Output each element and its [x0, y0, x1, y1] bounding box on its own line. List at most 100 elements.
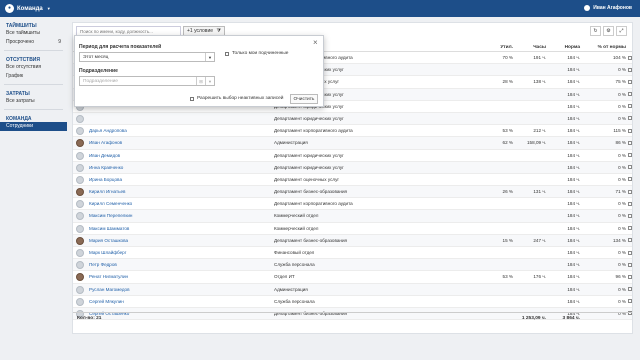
employee-name[interactable]: Иван Демидов	[89, 150, 120, 162]
header-norm[interactable]: Норма	[565, 43, 580, 52]
avatar	[76, 236, 84, 245]
employee-name[interactable]: Максим Перепелкин	[89, 210, 132, 222]
table-row[interactable]: Руслан Магомедов Администрация 184 ч. 0 %	[73, 283, 632, 296]
percent-of-norm: 0 %	[618, 201, 626, 207]
only-subordinates-checkbox[interactable]	[225, 52, 229, 56]
sidebar-item-employees[interactable]: Сотрудники	[0, 122, 67, 131]
sidebar-item-all-absences[interactable]: Все отсутствия	[0, 63, 67, 72]
employee-name[interactable]: Дарья Андропова	[89, 125, 127, 137]
period-select[interactable]: Этот месяц ▼	[79, 52, 215, 62]
row-checkbox[interactable]	[628, 67, 632, 72]
top-bar: ● Команда ▼ Иван Агафонов	[0, 0, 640, 17]
avatar	[76, 127, 84, 136]
employee-name[interactable]: Марк Шлайфберг	[89, 247, 126, 259]
employee-name[interactable]: Кирилл Игнатьев	[89, 186, 125, 198]
hours: 176 ч.	[533, 274, 546, 280]
chevron-down-icon: ▼	[205, 53, 214, 61]
table-row[interactable]: Департамент юридических услуг 184 ч. 0 %	[73, 112, 632, 126]
user-menu[interactable]: Иван Агафонов	[584, 5, 632, 11]
norm: 184 ч.	[567, 250, 580, 255]
percent-of-norm: 0 %	[618, 103, 626, 109]
percent-of-norm: 0 %	[618, 91, 626, 97]
row-checkbox[interactable]	[628, 79, 632, 84]
header-percent-of-norm[interactable]: % от нормы	[598, 43, 626, 52]
row-checkbox[interactable]	[628, 116, 632, 121]
employee-name[interactable]: Максим Шамматов	[89, 223, 129, 235]
sidebar-item-all-timesheets[interactable]: Все таймшиты	[0, 29, 67, 38]
employee-name[interactable]: Ренат Нигматулин	[89, 271, 128, 283]
row-checkbox[interactable]	[628, 201, 632, 206]
norm: 184 ч.	[567, 91, 580, 97]
table-row[interactable]: Дарья Андропова Департамент корпоративног…	[73, 125, 632, 138]
row-checkbox[interactable]	[628, 140, 632, 145]
row-checkbox[interactable]	[628, 92, 632, 97]
percent-of-norm: 0 %	[618, 67, 626, 73]
avatar	[76, 273, 84, 282]
norm: 184 ч.	[567, 79, 580, 85]
clear-button[interactable]: Очистить	[290, 94, 318, 104]
utilization: 26 %	[502, 189, 513, 195]
row-checkbox[interactable]	[628, 299, 632, 304]
table-row[interactable]: Инна Кравченко Департамент юридических ус…	[73, 161, 632, 174]
percent-of-norm: 0 %	[618, 298, 626, 304]
avatar	[76, 261, 84, 270]
percent-of-norm: 75 %	[615, 79, 626, 85]
header-util[interactable]: Утил.	[500, 43, 513, 52]
row-checkbox[interactable]	[628, 274, 632, 279]
table-row[interactable]: Петр Федров Служба персонала 184 ч. 0 %	[73, 259, 632, 272]
row-checkbox[interactable]	[628, 153, 632, 157]
table-row[interactable]: Максим Перепелкин Коммерческий отдел 184 ч…	[73, 210, 632, 223]
employee-name[interactable]: Иван Агафонов	[89, 137, 122, 149]
sidebar-item-overdue[interactable]: Просрочено 9	[0, 38, 67, 47]
department: Коммерческий отдел	[274, 213, 319, 219]
settings-button[interactable]: ⚙	[603, 26, 614, 36]
row-checkbox[interactable]	[628, 104, 632, 109]
employee-name[interactable]: Кирилл Семенченко	[89, 198, 132, 210]
table-row[interactable]: Кирилл Игнатьев Департамент бизнес-образо…	[73, 186, 632, 199]
close-icon[interactable]: ×	[313, 38, 318, 47]
sidebar-item-all-expenses[interactable]: Все затраты	[0, 97, 67, 106]
period-label: Период для расчета показателей	[79, 44, 162, 50]
row-checkbox[interactable]	[628, 128, 632, 133]
refresh-button[interactable]: ↻	[590, 26, 601, 36]
row-checkbox[interactable]	[628, 177, 632, 182]
allow-inactive-checkbox[interactable]	[190, 97, 194, 101]
expand-button[interactable]: ⤢	[616, 26, 627, 36]
table-row[interactable]: Ирина Борцова Департамент оценочных услуг…	[73, 174, 632, 187]
row-checkbox[interactable]	[628, 213, 632, 218]
row-checkbox[interactable]	[628, 189, 632, 194]
sidebar-item-schedule[interactable]: График	[0, 72, 67, 81]
employee-name[interactable]: Мария Осташкова	[89, 235, 128, 247]
table-row[interactable]: Ренат Нигматулин Отдел ИТ 53 % 176 ч. 184 ч.…	[73, 271, 632, 284]
table-row[interactable]: Иван Демидов Департамент юридических услу…	[73, 150, 632, 162]
table-row[interactable]: Марк Шлайфберг Финансовый отдел 184 ч. 0 %	[73, 247, 632, 260]
table-row[interactable]: Кирилл Семенченко Департамент корпоративн…	[73, 198, 632, 211]
avatar	[76, 139, 84, 148]
employee-name[interactable]: Ирина Борцова	[89, 174, 122, 186]
table-row[interactable]: Мария Осташкова Департамент бизнес-образо…	[73, 234, 632, 247]
row-checkbox[interactable]	[628, 165, 632, 170]
employee-name[interactable]: Сергей Мякулин	[89, 296, 124, 308]
employee-name[interactable]: Инна Кравченко	[89, 162, 123, 174]
row-checkbox[interactable]	[628, 226, 632, 231]
department: Отдел ИТ	[274, 274, 295, 280]
employee-name[interactable]: Петр Федров	[89, 259, 117, 271]
employee-name[interactable]: Руслан Магомедов	[89, 284, 130, 296]
table-row[interactable]: Максим Шамматов Коммерческий отдел 184 ч. 0…	[73, 223, 632, 235]
header-hours[interactable]: Часы	[533, 43, 546, 52]
row-checkbox[interactable]	[628, 287, 632, 292]
chevron-down-icon: ▼	[205, 77, 214, 85]
org-structure-icon[interactable]: ⊞	[196, 77, 205, 85]
table-row[interactable]: Сергей Мякулин Служба персонала 184 ч. 0 %	[73, 296, 632, 308]
row-checkbox[interactable]	[628, 238, 632, 243]
row-checkbox[interactable]	[628, 250, 632, 255]
norm: 184 ч.	[567, 213, 580, 219]
row-checkbox[interactable]	[628, 262, 632, 267]
table-row[interactable]: Иван Агафонов Администрация 62 % 158,09 ч. 1…	[73, 137, 632, 150]
row-checkbox[interactable]	[628, 55, 632, 60]
app-switcher[interactable]: ● Команда ▼	[5, 4, 51, 13]
department-select[interactable]: Подразделение ⊞ ▼	[79, 76, 215, 86]
table-footer: Кол-во: 21 1 253,09 ч. 3 864 ч.	[73, 312, 632, 324]
hours: 247 ч.	[533, 237, 546, 243]
percent-of-norm: 104 %	[612, 55, 626, 60]
